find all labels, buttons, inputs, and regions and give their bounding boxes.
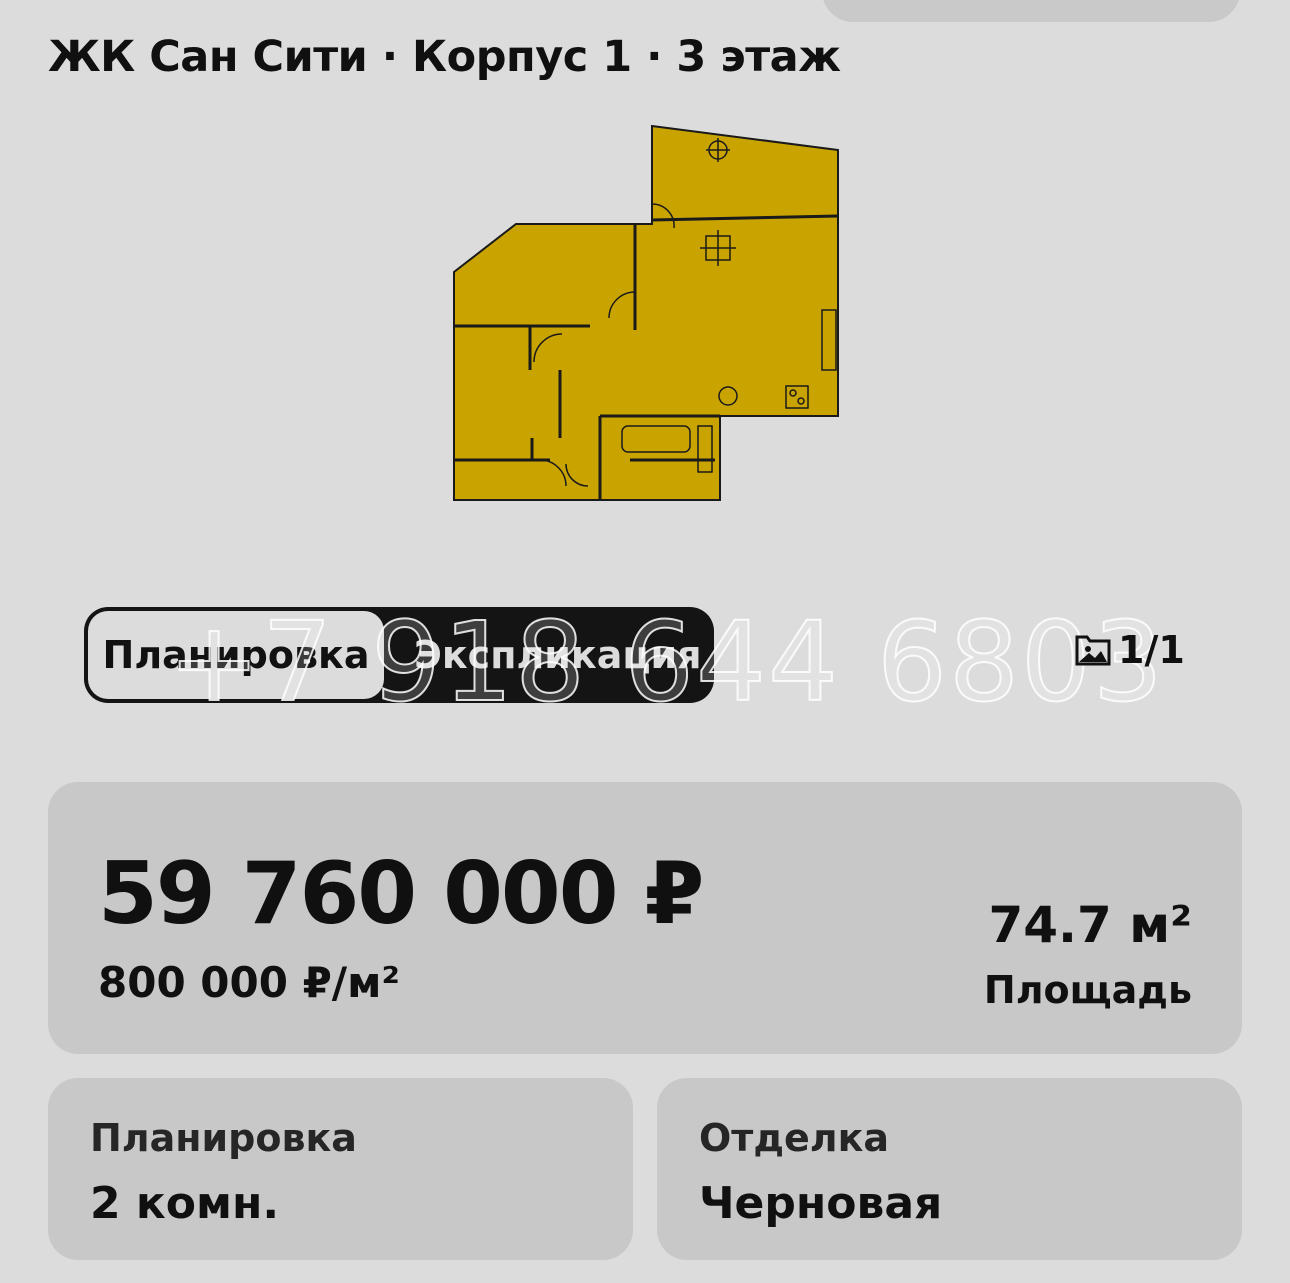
finish-label: Отделка <box>699 1116 890 1160</box>
area-label: Площадь <box>983 968 1192 1012</box>
gallery-count-text: 1/1 <box>1118 628 1185 672</box>
top-action-pill[interactable] <box>822 0 1240 22</box>
finish-info-card: Отделка Черновая <box>657 1078 1242 1260</box>
apartment-page: ЖК Сан Сити · Корпус 1 · 3 этаж Планиров… <box>0 0 1290 1283</box>
price-card: 59 760 000 ₽ 800 000 ₽/м² 74.7 м² Площад… <box>48 782 1242 1054</box>
price-per-square-meter: 800 000 ₽/м² <box>98 958 400 1007</box>
gallery-counter[interactable]: 1/1 <box>1074 628 1185 672</box>
image-gallery-icon <box>1074 633 1112 667</box>
floorplan-image[interactable] <box>440 120 860 620</box>
finish-value: Черновая <box>699 1178 943 1229</box>
tab-explication[interactable]: Экспликация <box>414 607 702 703</box>
layout-label: Планировка <box>90 1116 357 1160</box>
price: 59 760 000 ₽ <box>98 844 704 944</box>
tab-layout[interactable]: Планировка <box>88 611 384 699</box>
area-value: 74.7 м² <box>988 896 1192 954</box>
page-title: ЖК Сан Сити · Корпус 1 · 3 этаж <box>48 32 841 82</box>
layout-info-card: Планировка 2 комн. <box>48 1078 633 1260</box>
layout-value: 2 комн. <box>90 1178 280 1229</box>
plan-tab-switch: Планировка Экспликация <box>84 607 714 703</box>
